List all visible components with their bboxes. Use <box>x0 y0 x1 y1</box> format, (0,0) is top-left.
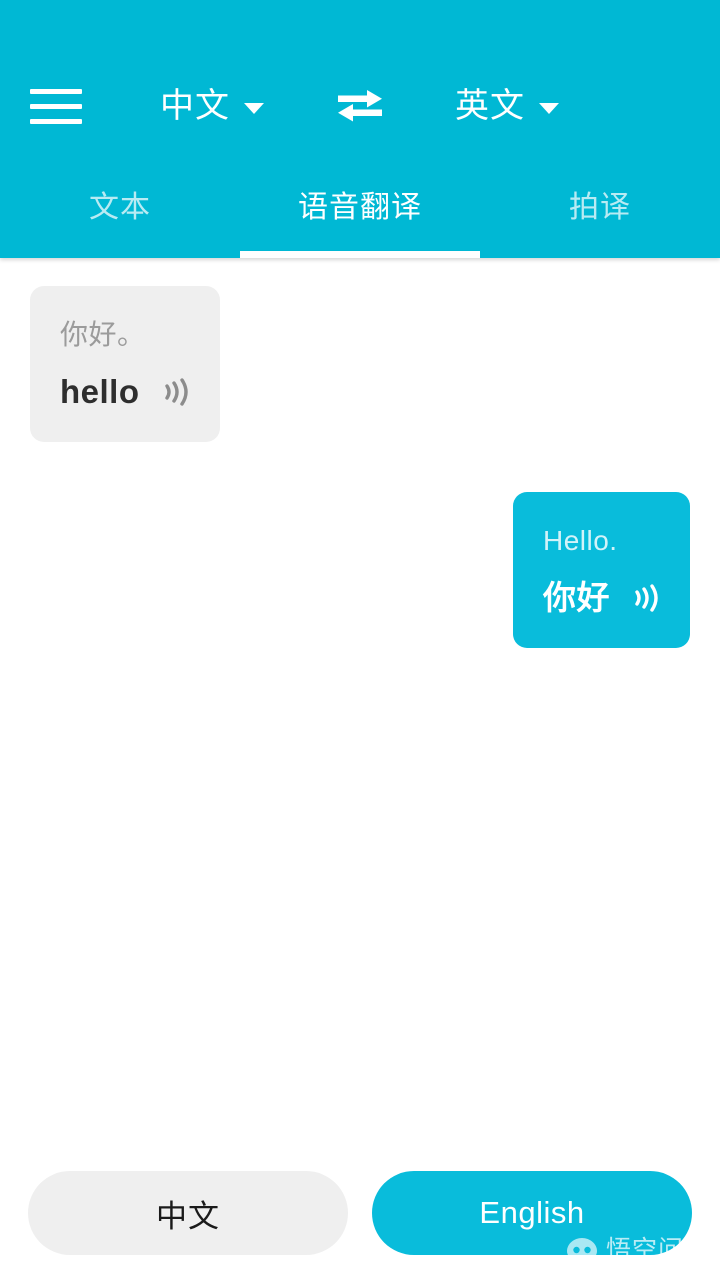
message-source-text: Hello. <box>543 525 618 556</box>
target-language-label: 英文 <box>455 87 525 125</box>
target-language-selector[interactable]: 英文 <box>455 86 559 126</box>
swap-languages-button[interactable] <box>330 82 390 130</box>
menu-bar-3 <box>30 118 82 124</box>
tab-label: 文本 <box>89 191 151 224</box>
record-target-language-label: English <box>479 1195 585 1230</box>
message-translation-line: 你好 <box>543 578 662 618</box>
hamburger-menu-icon[interactable] <box>30 84 84 128</box>
swap-horizontal-icon <box>338 90 382 122</box>
chevron-down-icon <box>244 102 264 114</box>
speaker-waves-icon[interactable] <box>162 377 192 407</box>
tab-voice-translation[interactable]: 语音翻译 <box>240 166 480 258</box>
speaker-waves-icon[interactable] <box>632 583 662 613</box>
bottom-action-bar: 中文 English 悟空问答 <box>0 1158 720 1268</box>
record-source-language-button[interactable]: 中文 <box>28 1171 348 1255</box>
chevron-down-icon <box>539 102 559 114</box>
source-language-selector[interactable]: 中文 <box>160 86 264 126</box>
tab-label: 语音翻译 <box>298 191 422 224</box>
message-bubble-outgoing[interactable]: Hello. 你好 <box>513 492 690 648</box>
message-translated-text: hello <box>60 373 140 410</box>
source-language-label: 中文 <box>160 87 230 125</box>
translator-app-screen: 中文 英文 文本 语音翻译 拍译 你好。 hello Hello. 你好 中文 … <box>0 0 720 1280</box>
message-source-text: 你好。 <box>60 319 146 350</box>
tab-bar: 文本 语音翻译 拍译 <box>0 166 720 258</box>
action-bar: 中文 英文 <box>0 66 720 146</box>
message-row: 你好。 hello <box>30 286 690 442</box>
message-row: Hello. 你好 <box>30 492 690 648</box>
tab-underline <box>240 251 480 258</box>
record-source-language-label: 中文 <box>156 1198 220 1234</box>
tab-label: 拍译 <box>569 191 631 224</box>
message-translated-text: 你好 <box>543 579 610 616</box>
conversation-list: 你好。 hello Hello. 你好 <box>0 258 720 1158</box>
menu-bar-1 <box>30 88 82 94</box>
tab-photo-translation[interactable]: 拍译 <box>480 166 720 258</box>
app-header: 中文 英文 文本 语音翻译 拍译 <box>0 0 720 258</box>
message-bubble-incoming[interactable]: 你好。 hello <box>30 286 220 442</box>
message-translation-line: hello <box>60 372 192 412</box>
menu-bar-2 <box>30 103 82 109</box>
record-target-language-button[interactable]: English <box>372 1171 692 1255</box>
tab-text[interactable]: 文本 <box>0 166 240 258</box>
